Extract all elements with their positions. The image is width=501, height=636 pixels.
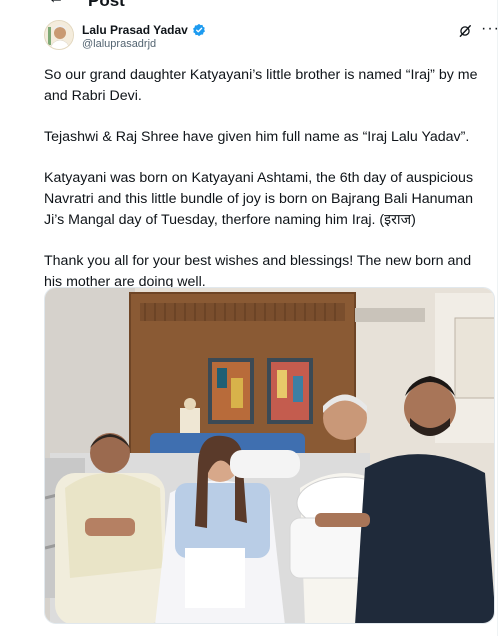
tweet-paragraph: Katyayani was born on Katyayani Ashtami,… (44, 170, 474, 228)
grok-icon[interactable] (458, 24, 472, 38)
tweet-paragraph: Tejashwi & Raj Shree have given him full… (44, 129, 470, 145)
more-options-icon[interactable]: ··· (481, 20, 500, 38)
author-handle[interactable]: @laluprasadrjd (82, 38, 156, 50)
page-title: Post (88, 0, 125, 10)
verified-badge-icon (192, 23, 206, 37)
top-bar: ← Post (0, 0, 501, 10)
tweet-text: So our grand daughter Katyayani’s little… (44, 65, 489, 313)
column-divider (497, 0, 498, 636)
author-name[interactable]: Lalu Prasad Yadav (82, 23, 188, 37)
tweet-photo[interactable] (44, 287, 495, 624)
tweet-header: Lalu Prasad Yadav @laluprasadrjd ··· (44, 20, 499, 60)
back-arrow-icon[interactable]: ← (48, 0, 64, 8)
tweet-paragraph: So our grand daughter Katyayani’s little… (44, 67, 478, 104)
avatar[interactable] (44, 20, 74, 50)
